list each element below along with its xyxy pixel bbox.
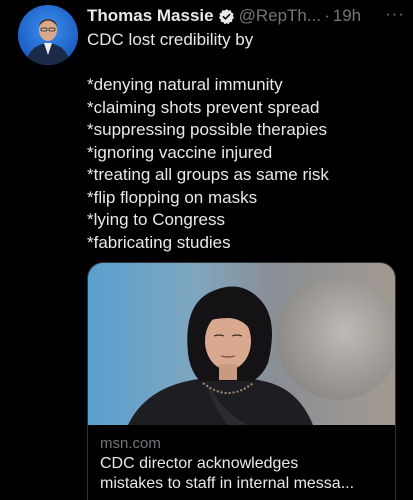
tweet-timestamp[interactable]: 19h	[333, 6, 361, 26]
avatar[interactable]	[18, 5, 78, 65]
tweet-intro: CDC lost credibility by	[87, 30, 254, 49]
tweet-list-item: *claiming shots prevent spread	[87, 97, 320, 117]
time-separator: ·	[324, 6, 330, 25]
tweet-text: CDC lost credibility by *denying natural…	[87, 29, 407, 254]
verified-badge-icon	[218, 8, 235, 25]
tweet-list-item: *ignoring vaccine injured	[87, 142, 273, 162]
link-preview-card[interactable]: msn.com CDC director acknowledges mistak…	[87, 262, 396, 500]
link-title-line: CDC director acknowledges	[100, 455, 299, 472]
tweet-list-item: *flip flopping on masks	[87, 187, 258, 207]
link-preview-body[interactable]: msn.com CDC director acknowledges mistak…	[88, 425, 395, 494]
tweet-list-item: *suppressing possible therapies	[87, 120, 328, 139]
tweet-header: Thomas Massie @RepTh... · 19h ···	[87, 4, 405, 28]
author-handle[interactable]: @RepTh...	[239, 6, 321, 26]
link-title-line: mistakes to staff in internal messa...	[100, 475, 355, 492]
tweet-list-item: *treating all groups as same risk	[87, 165, 329, 184]
tweet-list-item: *fabricating studies	[87, 232, 231, 252]
more-options-icon[interactable]: ···	[385, 4, 405, 24]
tweet-list-item: *lying to Congress	[87, 210, 225, 229]
tweet[interactable]: Thomas Massie @RepTh... · 19h ··· CDC lo…	[0, 0, 413, 500]
link-domain: msn.com	[100, 435, 161, 452]
link-preview-image[interactable]	[88, 263, 395, 425]
author-display-name[interactable]: Thomas Massie	[87, 6, 214, 26]
tweet-list-item: *denying natural immunity	[87, 75, 283, 94]
